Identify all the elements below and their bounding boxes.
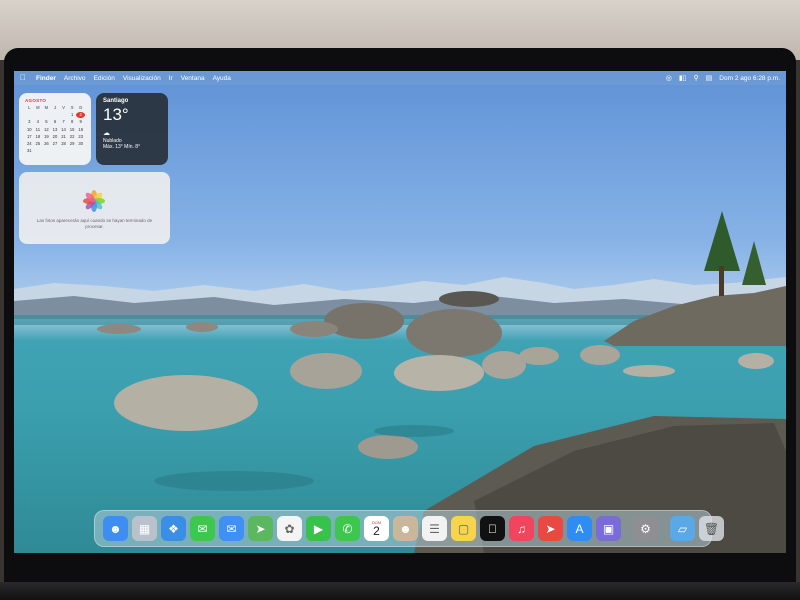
dock-downloads-folder-icon[interactable]: ▱ xyxy=(670,516,695,541)
menu-clock[interactable]: Dom 2 ago 6:28 p.m. xyxy=(719,75,780,82)
cloud-icon: ☁ xyxy=(103,130,110,137)
dock-app-mail-icon[interactable]: ✉ xyxy=(219,516,244,541)
dock-trash-icon[interactable]: 🗑 xyxy=(699,516,724,541)
dock-app-finder-icon[interactable]: ☻ xyxy=(103,516,128,541)
weather-city: Santiago xyxy=(103,98,129,104)
menu-ayuda[interactable]: Ayuda xyxy=(213,75,231,82)
dock-app-simulador-icon[interactable]: ▣ xyxy=(596,516,621,541)
menu-app-name[interactable]: Finder xyxy=(36,75,56,82)
weather-widget[interactable]: Santiago 13° ☁ Nublado Máx. 13° Mín. 8° xyxy=(96,93,168,165)
dock-app-mensajes-icon[interactable]: ✉ xyxy=(190,516,215,541)
dock-app-cohete-icon[interactable]: ➤ xyxy=(538,516,563,541)
laptop-base xyxy=(0,582,800,600)
calendar-day xyxy=(59,112,68,118)
calendar-day: 6 xyxy=(53,119,57,125)
dock-app-música-icon[interactable]: ♫ xyxy=(509,516,534,541)
calendar-day: 17 xyxy=(26,133,32,139)
dock-app-recordatorios-icon[interactable]: ☰ xyxy=(422,516,447,541)
calendar-day: 29 xyxy=(69,140,75,146)
calendar-day: 13 xyxy=(52,126,58,132)
dock-app-configuración-icon[interactable]: ⚙ xyxy=(633,516,658,541)
calendar-weekday: L xyxy=(28,105,31,110)
calendar-day: 14 xyxy=(61,126,66,132)
dock-app-safari-icon[interactable]: ❖ xyxy=(161,516,186,541)
battery-icon[interactable]: ▮▯ xyxy=(679,74,687,82)
dock: ☻▦❖✉✉➤✿▶✆DOM2☻☰▢♫➤A▣⚙▱🗑 xyxy=(94,510,724,547)
calendar-weekday: J xyxy=(53,105,57,110)
calendar-weekday: M xyxy=(36,105,40,110)
calendar-day: 16 xyxy=(78,126,84,132)
wifi-icon[interactable]: ◎ xyxy=(666,74,672,82)
calendar-day: 19 xyxy=(44,133,49,139)
dock-app-calendario-icon[interactable]: DOM 2 xyxy=(364,516,389,541)
menu-visualizacion[interactable]: Visualización xyxy=(123,75,161,82)
menu-bar:  Finder Archivo Edición Visualización I… xyxy=(14,71,786,85)
desktop-screen:  Finder Archivo Edición Visualización I… xyxy=(14,71,786,553)
calendar-day xyxy=(51,112,60,118)
calendar-day: 27 xyxy=(52,140,58,146)
menu-ventana[interactable]: Ventana xyxy=(181,75,205,82)
weather-range: Máx. 13° Mín. 8° xyxy=(103,144,141,150)
menu-archivo[interactable]: Archivo xyxy=(64,75,86,82)
weather-temperature: 13° xyxy=(103,105,129,124)
menu-ir[interactable]: Ir xyxy=(169,75,173,82)
calendar-day: 28 xyxy=(61,140,66,146)
calendar-day: 23 xyxy=(78,133,84,139)
calendar-day: 30 xyxy=(78,140,84,146)
photos-flower-icon xyxy=(83,190,105,212)
calendar-day: 8 xyxy=(70,119,74,125)
calendar-day: 4 xyxy=(36,119,40,125)
calendar-day: 12 xyxy=(44,126,49,132)
calendar-day: 26 xyxy=(44,140,49,146)
calendar-day: 21 xyxy=(61,133,66,139)
calendar-widget[interactable]: AGOSTO L M M J V S D 1 2 3 4 5 6 7 8 9 10 11 12 13 14 15 16 17 1… xyxy=(19,93,91,165)
calendar-weekday: M xyxy=(44,105,49,110)
calendar-day: 10 xyxy=(26,126,32,132)
calendar-day xyxy=(25,112,34,118)
calendar-day: 3 xyxy=(28,119,31,125)
calendar-day xyxy=(34,112,43,118)
calendar-weekday: S xyxy=(70,105,74,110)
photos-message: Las fotos aparecerán aquí cuando se haya… xyxy=(36,218,153,229)
calendar-day: 25 xyxy=(35,140,41,146)
photos-widget[interactable]: Las fotos aparecerán aquí cuando se haya… xyxy=(19,172,170,244)
dock-app-contactos-icon[interactable]: ☻ xyxy=(393,516,418,541)
control-center-icon[interactable]: ▤ xyxy=(706,74,713,82)
dock-app-app-store-icon[interactable]: A xyxy=(567,516,592,541)
calendar-day: 24 xyxy=(26,140,32,146)
calendar-day: 31 xyxy=(26,148,32,154)
calendar-day: 11 xyxy=(35,126,41,132)
calendar-grid: L M M J V S D 1 2 3 4 5 6 7 8 9 10 11 12 13 14 15 16 17 18 19 20 21… xyxy=(25,105,85,154)
dock-calendar-day: 2 xyxy=(373,523,380,538)
calendar-day: 5 xyxy=(45,119,48,125)
calendar-weekday: D xyxy=(79,105,83,110)
dock-app-notas-icon[interactable]: ▢ xyxy=(451,516,476,541)
calendar-day: 20 xyxy=(52,133,58,139)
dock-app-tv-icon[interactable]:  xyxy=(480,516,505,541)
dock-app-teléfono-icon[interactable]: ✆ xyxy=(335,516,360,541)
calendar-day: 18 xyxy=(35,133,41,139)
calendar-day: 2 xyxy=(76,112,85,119)
dock-app-facetime-icon[interactable]: ▶ xyxy=(306,516,331,541)
calendar-day: 1 xyxy=(70,112,74,118)
dock-app-mapas-icon[interactable]: ➤ xyxy=(248,516,273,541)
calendar-day: 9 xyxy=(79,119,82,125)
menu-edicion[interactable]: Edición xyxy=(94,75,115,82)
calendar-day: 15 xyxy=(69,126,75,132)
search-icon[interactable]: ⚲ xyxy=(694,74,699,82)
calendar-month: AGOSTO xyxy=(25,98,47,103)
dock-app-fotos-icon[interactable]: ✿ xyxy=(277,516,302,541)
calendar-weekday: V xyxy=(62,105,65,110)
calendar-day: 7 xyxy=(62,119,65,125)
dock-app-launchpad-icon[interactable]: ▦ xyxy=(132,516,157,541)
calendar-day xyxy=(42,112,51,118)
status-area: ◎ ▮▯ ⚲ ▤ Dom 2 ago 6:28 p.m. xyxy=(666,74,780,83)
apple-menu-icon[interactable]:  xyxy=(20,74,28,82)
calendar-day: 22 xyxy=(69,133,75,139)
